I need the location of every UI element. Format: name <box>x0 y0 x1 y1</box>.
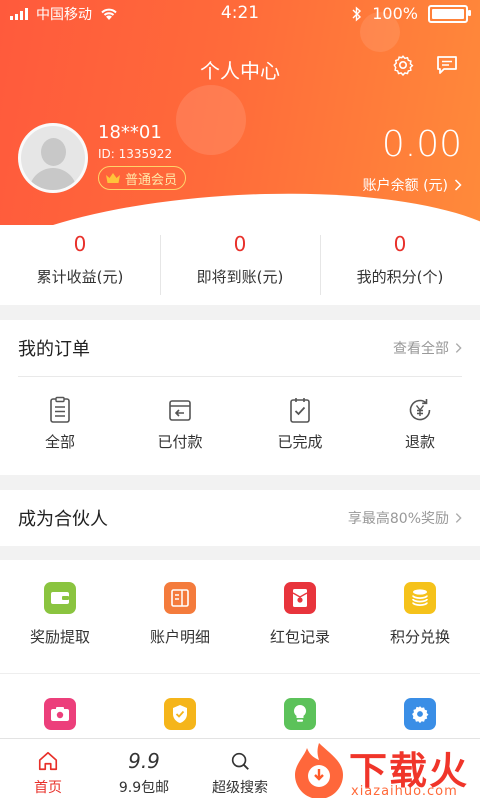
red-envelope-icon <box>284 582 316 614</box>
tool-camera-button[interactable] <box>0 698 120 730</box>
user-name: 18**01 <box>98 122 162 143</box>
crown-icon <box>106 173 120 183</box>
divider <box>18 376 462 377</box>
balance-amount: 0.00 <box>381 124 462 165</box>
message-icon <box>437 56 457 74</box>
coins-icon <box>404 582 436 614</box>
tool-shield-button[interactable] <box>120 698 240 730</box>
view-all-label: 查看全部 <box>393 341 449 357</box>
tab-label: 首页 <box>34 780 62 796</box>
gear-icon <box>404 698 436 730</box>
messages-button[interactable] <box>434 52 460 78</box>
order-completed-button[interactable]: 已完成 <box>240 395 360 452</box>
watermark: 下载火 xiazaihuo.com <box>285 738 480 800</box>
tab-label: 超级搜索 <box>212 780 268 796</box>
yen-refund-icon <box>409 399 431 421</box>
order-paid-label: 已付款 <box>157 433 203 451</box>
decor-circle <box>176 85 246 155</box>
member-level: 普通会员 <box>125 172 178 188</box>
tool-label: 积分兑换 <box>389 628 450 646</box>
chevron-right-icon <box>454 179 462 191</box>
stat-label: 我的积分(个) <box>356 268 444 286</box>
tool-label: 奖励提取 <box>29 628 90 646</box>
chevron-right-icon <box>455 513 462 523</box>
wallet-icon <box>44 582 76 614</box>
tool-idea-button[interactable] <box>240 698 360 730</box>
status-bar: 中国移动 4:21 100% <box>0 0 480 28</box>
reward-withdraw-button[interactable]: 奖励提取 <box>0 582 120 647</box>
order-all-label: 全部 <box>44 433 75 451</box>
view-all-orders-link[interactable]: 查看全部 <box>393 338 462 358</box>
partner-reward-label: 享最高80%奖励 <box>347 511 449 527</box>
battery-percent: 100% <box>372 4 418 23</box>
battery-icon <box>428 4 471 23</box>
payment-return-icon <box>169 400 191 421</box>
divider <box>0 673 480 674</box>
tool-label: 账户明细 <box>149 628 210 646</box>
stat-pending[interactable]: 0 即将到账(元) <box>160 225 320 305</box>
partner-title: 成为合伙人 <box>18 509 108 530</box>
tool-settings-button[interactable] <box>360 698 480 730</box>
order-refund-label: 退款 <box>404 433 435 451</box>
ledger-icon <box>164 582 196 614</box>
watermark-site: xiazaihuo.com <box>351 784 458 799</box>
tab-free-shipping[interactable]: 9.9 9.9包邮 <box>96 739 192 801</box>
tab-label: 9.9包邮 <box>118 780 170 796</box>
bluetooth-icon <box>352 5 362 22</box>
flame-logo-icon <box>295 743 343 798</box>
clipboard-check-icon <box>290 398 310 423</box>
settings-button[interactable] <box>390 52 416 78</box>
stat-points[interactable]: 0 我的积分(个) <box>320 225 480 305</box>
order-refund-button[interactable]: 退款 <box>360 395 480 452</box>
stat-value: 0 <box>393 232 407 256</box>
tab-super-search[interactable]: 超级搜索 <box>192 739 288 801</box>
account-details-button[interactable]: 账户明细 <box>120 582 240 647</box>
avatar[interactable] <box>18 123 88 193</box>
stat-total-earnings[interactable]: 0 累计收益(元) <box>0 225 160 305</box>
partner-card[interactable]: 成为合伙人 享最高80%奖励 <box>0 490 480 546</box>
clipboard-list-icon <box>50 396 70 423</box>
tab-icon-text: 9.9 <box>128 749 160 773</box>
balance-link[interactable]: 账户余额 (元) <box>363 175 462 195</box>
red-envelope-record-button[interactable]: 红包记录 <box>240 582 360 647</box>
order-all-button[interactable]: 全部 <box>0 395 120 452</box>
chevron-right-icon <box>455 343 462 353</box>
partner-link[interactable]: 享最高80%奖励 <box>348 508 462 528</box>
member-badge: 普通会员 <box>98 166 187 190</box>
stat-label: 累计收益(元) <box>36 268 124 286</box>
stat-label: 即将到账(元) <box>196 268 284 286</box>
gear-icon <box>393 55 414 76</box>
orders-card: 我的订单 查看全部 全部 已付款 已完成 退款 <box>0 320 480 475</box>
orders-title: 我的订单 <box>18 339 90 360</box>
tool-label: 红包记录 <box>269 628 330 646</box>
tab-home[interactable]: 首页 <box>0 739 96 801</box>
balance-label: 账户余额 (元) <box>362 178 448 194</box>
shield-check-icon <box>164 698 196 730</box>
user-id: ID: 1335922 <box>98 147 173 161</box>
order-paid-button[interactable]: 已付款 <box>120 395 240 452</box>
camera-icon <box>44 698 76 730</box>
lightbulb-icon <box>284 698 316 730</box>
order-completed-label: 已完成 <box>277 433 323 451</box>
earnings-stats: 0 累计收益(元) 0 即将到账(元) 0 我的积分(个) <box>0 225 480 305</box>
stat-value: 0 <box>73 232 87 256</box>
tools-card: 奖励提取 账户明细 红包记录 积分兑换 <box>0 560 480 740</box>
home-icon <box>38 751 58 771</box>
search-icon <box>231 752 249 770</box>
stat-value: 0 <box>233 232 247 256</box>
points-exchange-button[interactable]: 积分兑换 <box>360 582 480 647</box>
